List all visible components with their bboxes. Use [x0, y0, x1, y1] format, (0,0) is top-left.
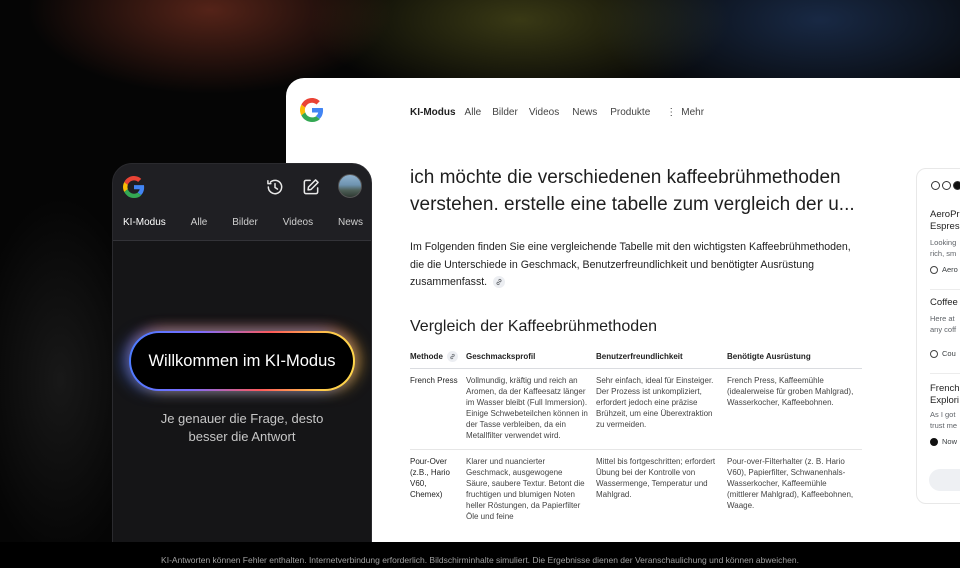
phone-content	[113, 241, 371, 568]
source-snippet: As I got	[930, 410, 956, 419]
tab-more[interactable]: ⋮ Mehr	[666, 107, 704, 118]
history-icon[interactable]	[265, 177, 285, 197]
cell-method: French Press	[410, 368, 466, 450]
avatar[interactable]	[338, 174, 362, 198]
source-site: Now	[930, 437, 960, 446]
divider	[930, 289, 960, 290]
comparison-table: Methode Geschmacksprofil Benutzerfreundl…	[410, 346, 862, 530]
source-snippet: rich, sm	[930, 249, 957, 258]
source-title: French	[930, 383, 960, 394]
new-chat-icon[interactable]	[301, 177, 321, 197]
subtitle-line: Je genauer die Frage, desto	[160, 411, 324, 426]
cell-ease: Sehr einfach, ideal für Einsteiger. Der …	[596, 368, 727, 450]
cell-equipment: Pour-over-Filterhalter (z. B. Hario V60)…	[727, 456, 854, 510]
table-row: Pour-Over (z.B., Hario V60, Chemex) Klar…	[410, 449, 862, 530]
site-favicon-icon	[930, 265, 938, 274]
header-methode: Methode	[410, 351, 443, 361]
table-header: Methode	[410, 346, 466, 369]
link-icon[interactable]	[447, 350, 459, 362]
more-label: Mehr	[681, 107, 705, 118]
source-title: Coffee	[930, 297, 958, 308]
tab-news[interactable]: News	[338, 217, 363, 228]
source-snippet: Here at	[930, 314, 955, 323]
desktop-tabs: KI-Modus Alle Bilder Videos News Produkt…	[410, 107, 704, 118]
cell-flavor: Klarer und nuancierter Geschmack, ausgew…	[466, 456, 585, 521]
show-all-button[interactable]	[929, 469, 960, 491]
ai-response: ich möchte die verschiedenen kaffeebrühm…	[410, 164, 866, 530]
tab-bilder[interactable]: Bilder	[232, 217, 258, 228]
cell-flavor: Vollmundig, kräftig und reich an Aromen,…	[466, 368, 596, 450]
table-row: French Press Vollmundig, kräftig und rei…	[410, 368, 862, 450]
sources-panel: AeroPr Espres Looking rich, sm Aero Coff…	[916, 168, 960, 504]
source-favicon-icon	[942, 181, 951, 190]
source-snippet: trust me	[930, 421, 958, 430]
source-site: Cou	[930, 349, 960, 358]
subtitle-line: besser die Antwort	[188, 429, 296, 444]
more-vert-icon: ⋮	[666, 107, 676, 118]
tab-videos[interactable]: Videos	[283, 217, 313, 228]
header-ausruestung: Benötigte Ausrüstung	[727, 346, 862, 369]
tab-news[interactable]: News	[572, 107, 597, 118]
google-logo[interactable]	[123, 176, 145, 198]
source-card[interactable]: AeroPr Espres Looking rich, sm Aero	[930, 209, 960, 274]
tab-ki-modus[interactable]: KI-Modus	[123, 217, 166, 228]
site-favicon-icon	[930, 437, 938, 446]
tab-bilder[interactable]: Bilder	[492, 107, 518, 118]
welcome-banner: Willkommen im KI-Modus	[129, 331, 355, 391]
phone-tabs: KI-Modus Alle Bilder Videos News	[123, 217, 363, 228]
source-favicon-icon	[953, 181, 960, 190]
query-text: ich möchte die verschiedenen kaffeebrühm…	[410, 167, 855, 215]
source-card[interactable]: Coffee Here at any coff Cou	[930, 297, 960, 358]
welcome-subtitle: Je genauer die Frage, desto besser die A…	[113, 410, 371, 446]
source-site: Aero	[930, 265, 960, 274]
desktop-window: KI-Modus Alle Bilder Videos News Produkt…	[286, 78, 960, 558]
tab-alle[interactable]: Alle	[465, 107, 482, 118]
cell-method: Pour-Over (z.B., Hario V60, Chemex)	[410, 456, 451, 499]
tab-videos[interactable]: Videos	[529, 107, 559, 118]
google-logo[interactable]	[300, 98, 324, 122]
intro-text: Im Folgenden finden Sie eine vergleichen…	[410, 241, 851, 288]
source-site-name: Aero	[942, 265, 958, 274]
source-favicon-icon	[931, 181, 940, 190]
source-snippet: any coff	[930, 325, 957, 334]
source-title: Espres	[930, 221, 960, 232]
tab-ki-modus[interactable]: KI-Modus	[410, 107, 456, 118]
source-card[interactable]: French Explori As I got trust me Now	[930, 383, 960, 446]
phone-screen: KI-Modus Alle Bilder Videos News Willkom…	[112, 163, 372, 568]
divider	[930, 373, 960, 374]
cell-ease: Mittel bis fortgeschritten; erfordert Üb…	[596, 456, 716, 499]
header-benutzerfreundlichkeit: Benutzerfreundlichkeit	[596, 346, 727, 369]
source-title: Explori	[930, 395, 960, 406]
source-snippet: Looking	[930, 238, 957, 247]
table-header-row: Methode Geschmacksprofil Benutzerfreundl…	[410, 346, 862, 369]
tab-alle[interactable]: Alle	[191, 217, 208, 228]
site-favicon-icon	[930, 349, 938, 358]
header-geschmacksprofil: Geschmacksprofil	[466, 346, 596, 369]
source-site-name: Now	[942, 437, 958, 446]
tab-produkte[interactable]: Produkte	[610, 107, 650, 118]
disclaimer: KI-Antworten können Fehler enthalten. In…	[0, 542, 960, 568]
intro-paragraph: Im Folgenden finden Sie eine vergleichen…	[410, 239, 866, 292]
source-title: AeroPr	[930, 209, 960, 220]
link-icon[interactable]	[493, 276, 506, 289]
table-heading: Vergleich der Kaffeebrühmethoden	[410, 317, 657, 335]
cell-equipment: French Press, Kaffeemühle (idealerweise …	[727, 368, 862, 450]
source-favicons	[931, 181, 960, 190]
source-site-name: Cou	[942, 349, 956, 358]
